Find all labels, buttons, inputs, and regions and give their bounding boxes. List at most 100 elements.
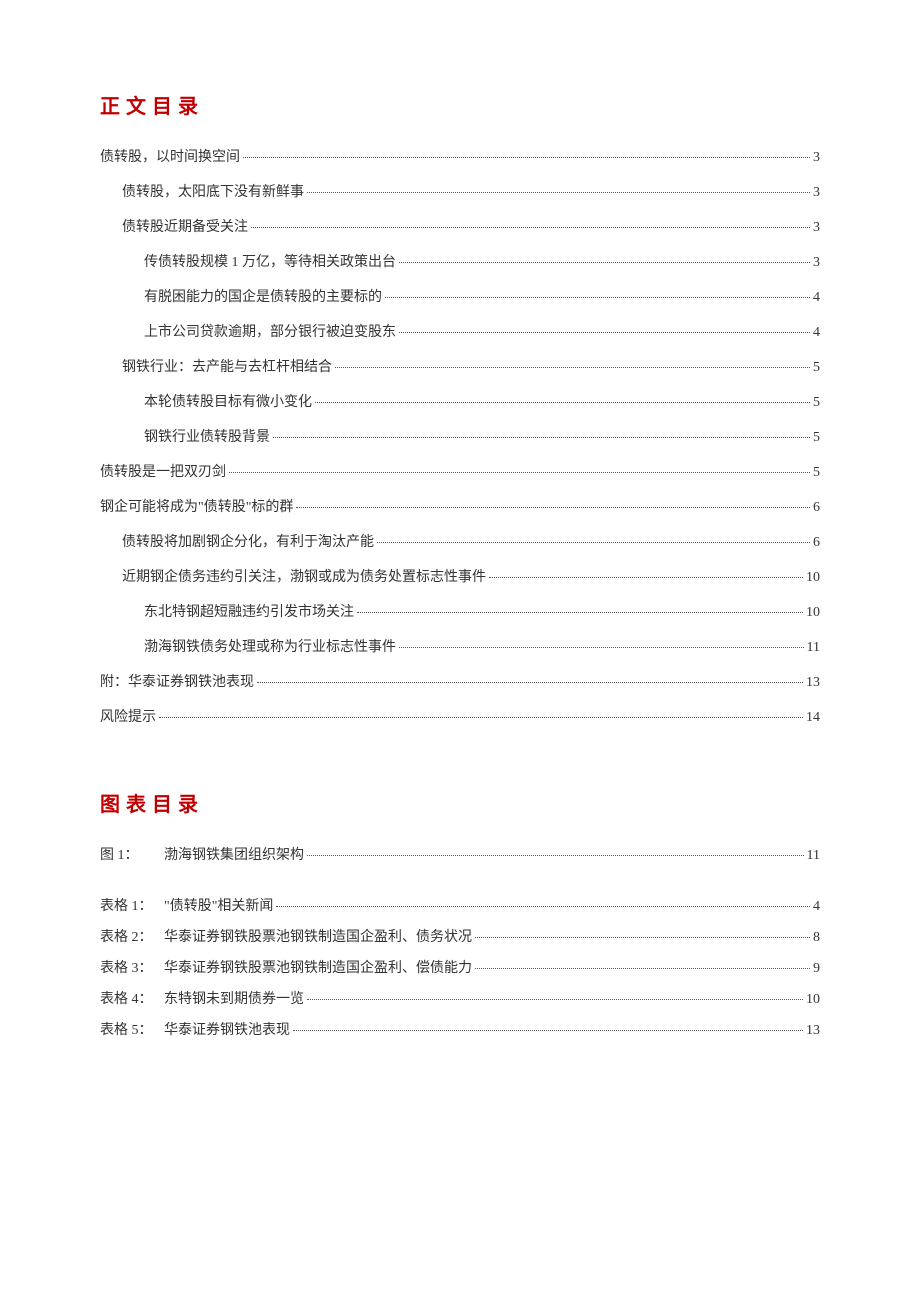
figtab-section: 图表目录 图 1：渤海钢铁集团组织架构11 表格 1："债转股"相关新闻4表格 …	[100, 788, 820, 1041]
toc-entry[interactable]: 附：华泰证券钢铁池表现 13	[100, 672, 820, 693]
toc-entry-page: 4	[813, 322, 820, 343]
figtab-leader-dots	[276, 906, 810, 907]
toc-entry[interactable]: 债转股，太阳底下没有新鲜事 3	[100, 182, 820, 203]
toc-entry[interactable]: 钢铁行业：去产能与去杠杆相结合 5	[100, 357, 820, 378]
figtab-entry[interactable]: 表格 1："债转股"相关新闻 4	[100, 896, 820, 917]
figtab-entry-title: 东特钢未到期债券一览	[164, 989, 304, 1010]
toc-entry-page: 3	[813, 252, 820, 273]
toc-leader-dots	[296, 507, 810, 508]
figtab-entry[interactable]: 表格 2：华泰证券钢铁股票池钢铁制造国企盈利、债务状况 8	[100, 927, 820, 948]
toc-section: 正文目录 债转股，以时间换空间 3 债转股，太阳底下没有新鲜事 3 债转股近期备受关注 3…	[100, 90, 820, 728]
figtab-leader-dots	[307, 999, 803, 1000]
toc-leader-dots	[489, 577, 803, 578]
toc-entry[interactable]: 有脱困能力的国企是债转股的主要标的 4	[100, 287, 820, 308]
toc-entry-page: 5	[813, 427, 820, 448]
toc-entry-page: 5	[813, 357, 820, 378]
toc-entry-page: 5	[813, 392, 820, 413]
toc-leader-dots	[399, 262, 810, 263]
toc-entry[interactable]: 钢企可能将成为"债转股"标的群 6	[100, 497, 820, 518]
toc-entry-page: 10	[806, 602, 820, 623]
tables-list: 表格 1："债转股"相关新闻 4 表格 2：华泰证券钢铁股票池钢铁制造国企盈利、债务…	[100, 896, 820, 1041]
figtab-entry-prefix: 表格 4：	[100, 989, 164, 1010]
toc-entry-page: 3	[813, 182, 820, 203]
toc-entry[interactable]: 债转股，以时间换空间 3	[100, 147, 820, 168]
toc-entry[interactable]: 本轮债转股目标有微小变化 5	[100, 392, 820, 413]
toc-entry-page: 6	[813, 497, 820, 518]
figtab-entry-page: 8	[813, 927, 820, 948]
toc-entry[interactable]: 上市公司贷款逾期，部分银行被迫变股东 4	[100, 322, 820, 343]
figtab-leader-dots	[307, 855, 804, 856]
toc-leader-dots	[307, 192, 810, 193]
figtab-entry[interactable]: 图 1：渤海钢铁集团组织架构 11	[100, 845, 820, 866]
toc-entry[interactable]: 渤海钢铁债务处理或称为行业标志性事件11	[100, 637, 820, 658]
toc-entry-page: 4	[813, 287, 820, 308]
figtab-entry-page: 4	[813, 896, 820, 917]
toc-leader-dots	[377, 542, 810, 543]
toc-entry-page: 6	[813, 532, 820, 553]
toc-entry[interactable]: 钢铁行业债转股背景 5	[100, 427, 820, 448]
toc-leader-dots	[257, 682, 803, 683]
toc-entry[interactable]: 传债转股规模 1 万亿，等待相关政策出台 3	[100, 252, 820, 273]
figtab-heading: 图表目录	[100, 788, 820, 817]
toc-entry[interactable]: 债转股是一把双刃剑 5	[100, 462, 820, 483]
figtab-entry[interactable]: 表格 5：华泰证券钢铁池表现 13	[100, 1020, 820, 1041]
figtab-entry-page: 10	[806, 989, 820, 1010]
figtab-entry-prefix: 图 1：	[100, 845, 164, 866]
toc-entry[interactable]: 近期钢企债务违约引关注，渤钢或成为债务处置标志性事件 10	[100, 567, 820, 588]
toc-leader-dots	[251, 227, 810, 228]
toc-heading: 正文目录	[100, 90, 820, 119]
toc-entry-page: 13	[806, 672, 820, 693]
toc-entry-label: 风险提示	[100, 707, 156, 728]
toc-leader-dots	[399, 647, 804, 648]
figtab-leader-dots	[475, 937, 810, 938]
toc-entry-label: 债转股近期备受关注	[122, 217, 248, 238]
toc-entry-label: 东北特钢超短融违约引发市场关注	[144, 602, 354, 623]
figtab-entry-title: 华泰证券钢铁股票池钢铁制造国企盈利、债务状况	[164, 927, 472, 948]
toc-entry-label: 债转股是一把双刃剑	[100, 462, 226, 483]
toc-entry-page: 5	[813, 462, 820, 483]
figtab-entry-prefix: 表格 5：	[100, 1020, 164, 1041]
toc-leader-dots	[159, 717, 803, 718]
figtab-leader-dots	[293, 1030, 803, 1031]
toc-entry-label: 有脱困能力的国企是债转股的主要标的	[144, 287, 382, 308]
figtab-entry-page: 11	[807, 845, 820, 866]
toc-entry-label: 债转股，太阳底下没有新鲜事	[122, 182, 304, 203]
toc-entry-label: 钢企可能将成为"债转股"标的群	[100, 497, 293, 518]
figtab-entry-title: 华泰证券钢铁股票池钢铁制造国企盈利、偿债能力	[164, 958, 472, 979]
toc-entry-page: 11	[807, 637, 820, 658]
toc-entry-label: 本轮债转股目标有微小变化	[144, 392, 312, 413]
toc-leader-dots	[315, 402, 810, 403]
figtab-entry-title: 华泰证券钢铁池表现	[164, 1020, 290, 1041]
toc-leader-dots	[229, 472, 810, 473]
toc-entry[interactable]: 东北特钢超短融违约引发市场关注 10	[100, 602, 820, 623]
toc-entry-label: 近期钢企债务违约引关注，渤钢或成为债务处置标志性事件	[122, 567, 486, 588]
figtab-entry[interactable]: 表格 4：东特钢未到期债券一览 10	[100, 989, 820, 1010]
toc-entry-label: 附：华泰证券钢铁池表现	[100, 672, 254, 693]
figtab-entry-page: 13	[806, 1020, 820, 1041]
toc-entry-page: 14	[806, 707, 820, 728]
toc-entry-label: 钢铁行业债转股背景	[144, 427, 270, 448]
toc-entry-page: 3	[813, 147, 820, 168]
toc-leader-dots	[385, 297, 810, 298]
toc-entry-label: 钢铁行业：去产能与去杠杆相结合	[122, 357, 332, 378]
toc-entry[interactable]: 债转股将加剧钢企分化，有利于淘汰产能6	[100, 532, 820, 553]
figtab-entry[interactable]: 表格 3：华泰证券钢铁股票池钢铁制造国企盈利、偿债能力9	[100, 958, 820, 979]
figtab-entry-title: "债转股"相关新闻	[164, 896, 273, 917]
toc-leader-dots	[335, 367, 810, 368]
toc-entry-page: 10	[806, 567, 820, 588]
toc-entry-label: 上市公司贷款逾期，部分银行被迫变股东	[144, 322, 396, 343]
toc-list: 债转股，以时间换空间3债转股，太阳底下没有新鲜事3债转股近期备受关注3传债转股规…	[100, 147, 820, 728]
figtab-leader-dots	[475, 968, 810, 969]
figtab-entry-title: 渤海钢铁集团组织架构	[164, 845, 304, 866]
toc-entry[interactable]: 风险提示 14	[100, 707, 820, 728]
figures-list: 图 1：渤海钢铁集团组织架构 11	[100, 845, 820, 866]
figtab-entry-prefix: 表格 3：	[100, 958, 164, 979]
toc-leader-dots	[399, 332, 810, 333]
figtab-entry-prefix: 表格 1：	[100, 896, 164, 917]
toc-entry-page: 3	[813, 217, 820, 238]
toc-entry-label: 债转股，以时间换空间	[100, 147, 240, 168]
toc-leader-dots	[357, 612, 803, 613]
toc-entry-label: 传债转股规模 1 万亿，等待相关政策出台	[144, 252, 396, 273]
toc-entry[interactable]: 债转股近期备受关注 3	[100, 217, 820, 238]
figtab-entry-prefix: 表格 2：	[100, 927, 164, 948]
